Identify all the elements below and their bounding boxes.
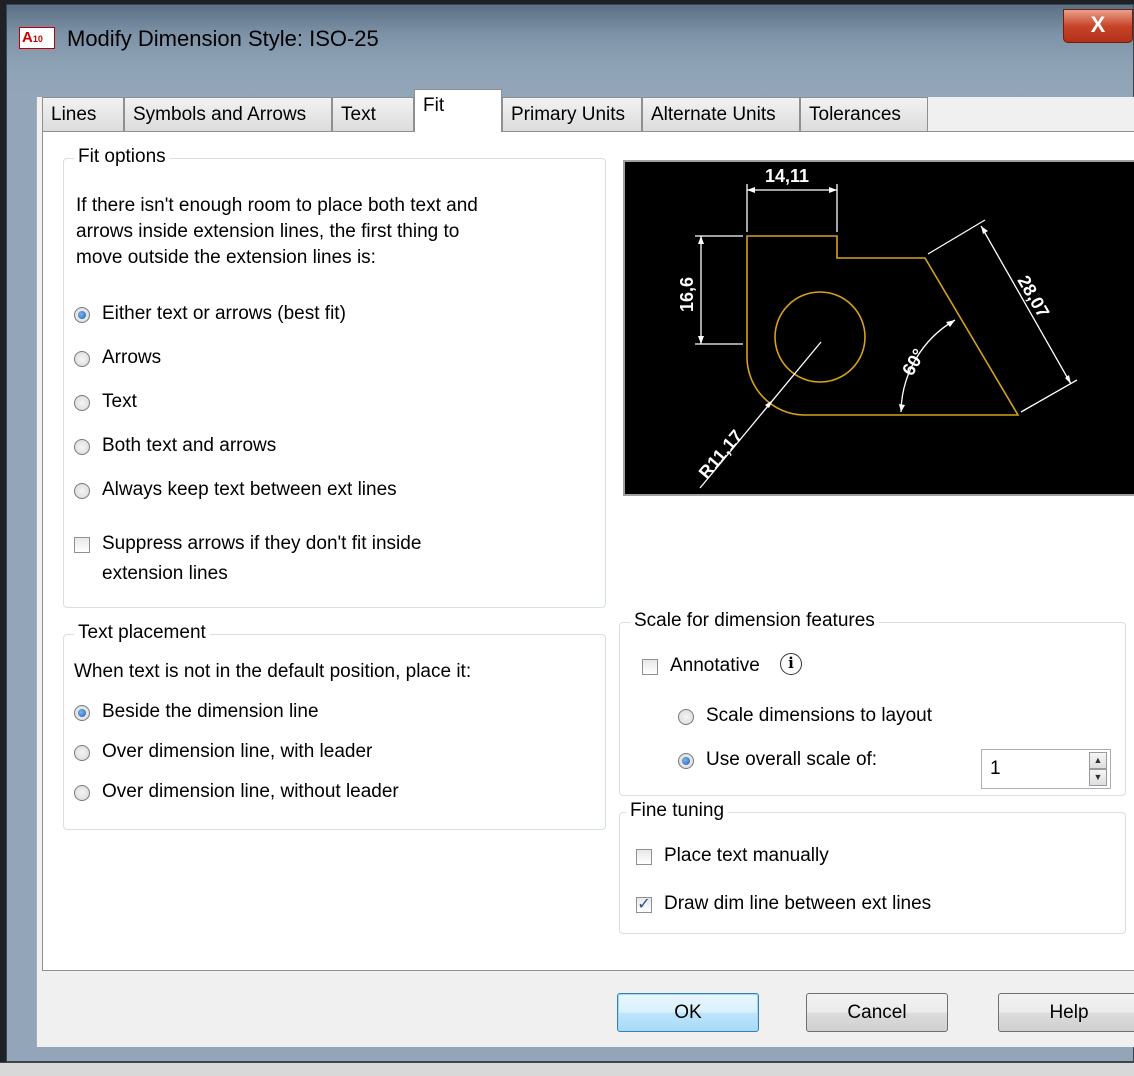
tab-fit[interactable]: Fit <box>414 89 502 132</box>
label-draw-dim-line: Draw dim line between ext lines <box>664 893 932 914</box>
preview-arrowheads <box>698 187 1071 412</box>
label-suppress-arrows-2: extension lines <box>102 563 228 584</box>
dialog-client-area: Lines Symbols and Arrows Text Fit Primar… <box>36 89 1134 1047</box>
fine-tuning-legend: Fine tuning <box>626 800 729 822</box>
fit-description-line-1: If there isn't enough room to place both… <box>76 195 478 216</box>
radio-use-overall-scale[interactable] <box>678 753 694 769</box>
checkbox-annotative[interactable] <box>642 659 658 675</box>
radio-always-keep-text[interactable] <box>74 483 90 499</box>
fine-tuning-group: Fine tuning Place text manually ✓ Draw d… <box>619 800 1126 934</box>
radio-scale-to-layout[interactable] <box>678 709 694 725</box>
fit-description-line-3: move outside the extension lines is: <box>76 247 376 268</box>
label-use-overall-scale: Use overall scale of: <box>706 749 878 770</box>
label-scale-to-layout: Scale dimensions to layout <box>706 705 933 726</box>
label-over-with-leader: Over dimension line, with leader <box>102 741 373 762</box>
dim-label-left: 16,6 <box>677 277 697 312</box>
tab-lines[interactable]: Lines <box>42 97 124 131</box>
fit-tab-page: Fit options If there isn't enough room t… <box>42 131 1134 971</box>
label-beside-dimension-line: Beside the dimension line <box>102 701 319 722</box>
label-text: Text <box>102 391 137 412</box>
dim-label-radius: R11,17 <box>695 426 747 483</box>
radio-over-without-leader[interactable] <box>74 785 90 801</box>
info-icon[interactable]: i <box>780 653 802 675</box>
tab-text[interactable]: Text <box>332 97 414 131</box>
text-placement-description: When text is not in the default position… <box>74 661 472 682</box>
tab-primary-units[interactable]: Primary Units <box>502 97 642 131</box>
checkbox-place-text-manually[interactable] <box>636 849 652 865</box>
fit-options-group: Fit options If there isn't enough room t… <box>63 146 606 608</box>
title-bar[interactable]: A10 Modify Dimension Style: ISO-25 X <box>7 5 1133 85</box>
radio-arrows[interactable] <box>74 351 90 367</box>
preview-dimensions <box>695 184 1078 489</box>
label-either-text-or-arrows: Either text or arrows (best fit) <box>102 303 346 324</box>
help-button[interactable]: Help <box>998 993 1134 1032</box>
tab-tolerances[interactable]: Tolerances <box>800 97 928 131</box>
radio-text[interactable] <box>74 395 90 411</box>
radio-beside-dimension-line[interactable] <box>74 705 90 721</box>
close-button[interactable]: X <box>1063 9 1133 43</box>
spin-down-button[interactable]: ▼ <box>1089 769 1107 786</box>
radio-both-text-and-arrows[interactable] <box>74 439 90 455</box>
preview-drawing: 14,11 16,6 28,07 60° R11,17 <box>677 166 1078 489</box>
ok-button[interactable]: OK <box>617 993 759 1032</box>
scale-legend: Scale for dimension features <box>630 610 879 632</box>
dim-label-diagonal: 28,07 <box>1014 272 1054 321</box>
label-both-text-and-arrows: Both text and arrows <box>102 435 277 456</box>
label-always-keep-text: Always keep text between ext lines <box>102 479 397 500</box>
radio-either-text-or-arrows[interactable] <box>74 307 90 323</box>
tab-alternate-units[interactable]: Alternate Units <box>642 97 800 131</box>
underlying-window-strip <box>0 1062 1134 1076</box>
dim-label-angle: 60° <box>898 345 929 379</box>
dim-label-top: 14,11 <box>765 166 809 186</box>
radio-over-with-leader[interactable] <box>74 745 90 761</box>
label-suppress-arrows-1: Suppress arrows if they don't fit inside <box>102 533 422 554</box>
text-placement-group: Text placement When text is not in the d… <box>63 622 606 830</box>
checkbox-suppress-arrows[interactable] <box>74 537 90 553</box>
dimension-preview: 14,11 16,6 28,07 60° R11,17 <box>623 160 1134 496</box>
preview-geometry <box>746 235 1020 416</box>
spin-up-button[interactable]: ▲ <box>1089 752 1107 769</box>
fit-options-legend: Fit options <box>74 146 170 168</box>
label-arrows: Arrows <box>102 347 162 368</box>
preview-labels: 14,11 16,6 28,07 60° R11,17 <box>677 166 1053 483</box>
dialog-window: A10 Modify Dimension Style: ISO-25 X Lin… <box>6 4 1134 1062</box>
cancel-button[interactable]: Cancel <box>806 993 948 1032</box>
label-annotative: Annotative <box>670 655 760 676</box>
fit-description-line-2: arrows inside extension lines, the first… <box>76 221 460 242</box>
autocad-app-icon: A10 <box>19 27 55 49</box>
checkbox-draw-dim-line[interactable]: ✓ <box>636 897 652 913</box>
label-place-text-manually: Place text manually <box>664 845 829 866</box>
window-title: Modify Dimension Style: ISO-25 <box>67 26 379 51</box>
label-over-without-leader: Over dimension line, without leader <box>102 781 399 802</box>
tab-symbols-and-arrows[interactable]: Symbols and Arrows <box>124 97 332 131</box>
text-placement-legend: Text placement <box>74 622 210 644</box>
